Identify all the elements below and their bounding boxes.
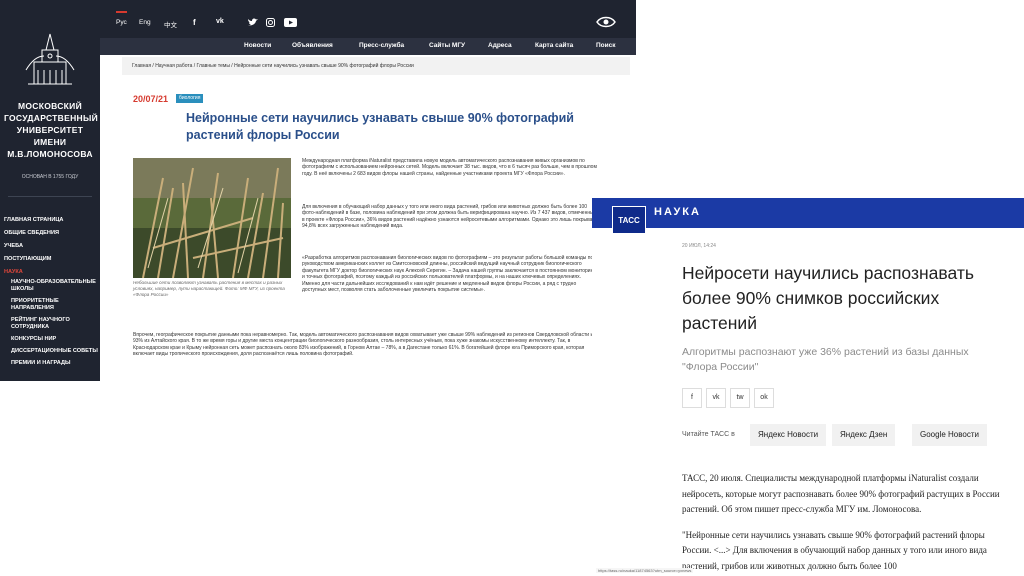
- university-name-line: УНИВЕРСИТЕТ: [16, 125, 84, 135]
- article-tag[interactable]: биология: [176, 94, 204, 103]
- founded-note: ОСНОВАН В 1755 ГОДУ: [21, 174, 79, 180]
- yandex-zen-label: Яндекс Дзен: [840, 430, 888, 439]
- active-lang-indicator: [116, 11, 127, 13]
- sidebar-item-science[interactable]: НАУКА: [4, 266, 98, 279]
- lang-ru[interactable]: Рус: [116, 19, 127, 26]
- lang-zh[interactable]: 中文: [164, 19, 177, 29]
- share-twitter-icon[interactable]: tw: [730, 388, 750, 408]
- menu-item-press[interactable]: Пресс-служба: [359, 42, 404, 49]
- accessibility-eye-icon[interactable]: [596, 16, 616, 28]
- sidebar-nav: ГЛАВНАЯ СТРАНИЦА ОБЩИЕ СВЕДЕНИЯ УЧЕБА ПО…: [4, 214, 98, 372]
- divider: [8, 196, 92, 197]
- tass-logo[interactable]: ТАСС: [612, 206, 646, 234]
- article-paragraph: "Нейронные сети научились узнавать свыше…: [682, 529, 987, 571]
- yandex-news-button[interactable]: Яндекс Новости: [750, 424, 827, 446]
- university-name-line: МОСКОВСКИЙ: [18, 101, 82, 111]
- google-news-label: Google Новости: [920, 430, 979, 439]
- sidebar-subitem-rating[interactable]: РЕЙТИНГ НАУЧНОГО СОТРУДНИКА: [4, 317, 98, 331]
- menu-item-sitemap[interactable]: Карта сайта: [535, 42, 573, 49]
- sidebar-item-study[interactable]: УЧЕБА: [4, 240, 98, 253]
- sidebar-item-home[interactable]: ГЛАВНАЯ СТРАНИЦА: [4, 214, 98, 227]
- sidebar-subitem-awards[interactable]: ПРЕМИИ И НАГРАДЫ: [4, 360, 98, 367]
- instagram-icon[interactable]: [266, 18, 275, 27]
- sidebar-subitem-contests[interactable]: КОНКУРСЫ НИР: [4, 336, 98, 343]
- article-date: 20 ИЮЛ, 14:24: [682, 243, 716, 249]
- yandex-zen-button[interactable]: Яндекс Дзен: [832, 424, 896, 446]
- university-name-line: ИМЕНИ: [33, 137, 67, 147]
- photo-caption: Небольшие сети позволяют узнавать растен…: [133, 280, 285, 297]
- menu-item-addresses[interactable]: Адреса: [488, 42, 512, 49]
- menu-item-sites[interactable]: Сайты МГУ: [429, 42, 465, 49]
- share-facebook-icon[interactable]: f: [682, 388, 702, 408]
- msu-topbar: [100, 0, 636, 38]
- lang-en[interactable]: Eng: [139, 19, 151, 26]
- article-paragraph: Международная платформа iNaturalist пред…: [302, 158, 597, 177]
- sidebar-subitem-priority[interactable]: ПРИОРИТЕТНЫЕ НАПРАВЛЕНИЯ: [4, 298, 98, 312]
- article-paragraph: Для включения в обучающий набор данных у…: [302, 204, 598, 230]
- google-news-button[interactable]: Google Новости: [912, 424, 987, 446]
- article-title: Нейронные сети научились узнавать свыше …: [186, 111, 574, 142]
- article-lead: Алгоритмы распознают уже 36% растений из…: [682, 346, 969, 373]
- menu-item-announcements[interactable]: Объявления: [292, 42, 333, 49]
- tass-page: ТАСС НАУКА 20 ИЮЛ, 14:24 Нейросети научи…: [592, 198, 1024, 576]
- article-photo[interactable]: [133, 158, 291, 278]
- msu-sidebar: МОСКОВСКИЙ ГОСУДАРСТВЕННЫЙ УНИВЕРСИТЕТ И…: [0, 0, 100, 381]
- facebook-icon[interactable]: f: [193, 18, 196, 27]
- article-date: 20/07/21: [133, 94, 169, 104]
- vk-icon[interactable]: vk: [216, 18, 224, 25]
- youtube-icon[interactable]: [284, 18, 297, 27]
- share-ok-icon[interactable]: ok: [754, 388, 774, 408]
- menu-item-news[interactable]: Новости: [244, 42, 271, 49]
- sidebar-subitem-councils[interactable]: ДИССЕРТАЦИОННЫЕ СОВЕТЫ: [4, 348, 98, 355]
- menu-item-search[interactable]: Поиск: [596, 42, 616, 49]
- sidebar-subitem-schools[interactable]: НАУЧНО-ОБРАЗОВАТЕЛЬНЫЕ ШКОЛЫ: [4, 279, 98, 293]
- university-name-line: М.В.ЛОМОНОСОВА: [7, 149, 93, 159]
- article-paragraph: «Разработка алгоритмов распознавания био…: [302, 255, 598, 294]
- msu-page: МОСКОВСКИЙ ГОСУДАРСТВЕННЫЙ УНИВЕРСИТЕТ И…: [0, 0, 636, 381]
- university-name: МОСКОВСКИЙ ГОСУДАРСТВЕННЫЙ УНИВЕРСИТЕТ И…: [4, 100, 98, 160]
- article-body: ТАСС, 20 июля. Специалисты международной…: [682, 471, 1002, 574]
- section-title[interactable]: НАУКА: [654, 206, 701, 218]
- article-paragraph: ТАСС, 20 июля. Специалисты международной…: [682, 473, 1000, 514]
- status-url: https://tass.ru/nauka/11874563?utm_sourc…: [596, 568, 694, 573]
- university-name-line: ГОСУДАРСТВЕННЫЙ: [4, 113, 98, 123]
- share-vk-icon[interactable]: vk: [706, 388, 726, 408]
- breadcrumb[interactable]: Главная / Научная работа / Главные темы …: [122, 57, 630, 75]
- sidebar-item-general[interactable]: ОБЩИЕ СВЕДЕНИЯ: [4, 227, 98, 240]
- read-tass-label: Читайте ТАСС в: [682, 431, 735, 438]
- article-title: Нейросети научились распознавать более 9…: [682, 263, 974, 333]
- yandex-news-label: Яндекс Новости: [758, 430, 819, 439]
- sidebar-item-admission[interactable]: ПОСТУПАЮЩИМ: [4, 253, 98, 266]
- msu-emblem-icon[interactable]: [24, 30, 76, 86]
- article-paragraph: Впрочем, географическое покрытие данными…: [133, 332, 594, 358]
- twitter-icon[interactable]: [248, 18, 258, 27]
